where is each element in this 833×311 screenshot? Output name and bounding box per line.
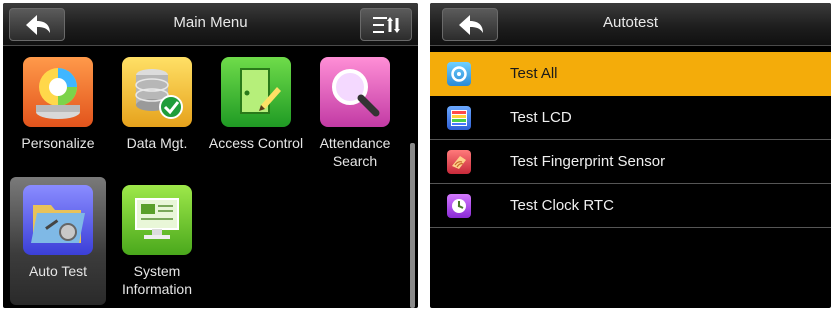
magnifier-icon — [320, 57, 390, 127]
menu-tile-access-control[interactable]: Access Control — [208, 49, 304, 177]
database-icon — [122, 57, 192, 127]
lcd-bars-icon — [447, 106, 471, 130]
list-item-test-lcd[interactable]: Test LCD — [430, 96, 831, 140]
main-menu-screen: Main Menu Personalize Data Mgt. Access C… — [3, 3, 418, 308]
menu-tile-label: Auto Test — [28, 263, 88, 279]
autotest-screen: Autotest Test All Test LCD Test Fingerpr… — [430, 3, 831, 308]
back-arrow-icon — [459, 15, 483, 35]
clock-icon — [447, 194, 471, 218]
list-item-label: Test Clock RTC — [510, 197, 614, 214]
list-item-label: Test All — [510, 65, 558, 82]
list-item-test-all[interactable]: Test All — [430, 52, 831, 96]
menu-tile-auto-test[interactable]: Auto Test — [10, 177, 106, 305]
menu-tile-label: Data Mgt. — [126, 135, 188, 151]
menu-tile-system-information[interactable]: System Information — [109, 177, 205, 305]
sort-menu-button[interactable] — [360, 8, 412, 41]
list-item-label: Test LCD — [510, 109, 572, 126]
back-button[interactable] — [442, 8, 498, 41]
back-button[interactable] — [9, 8, 65, 41]
menu-tile-label: System Information — [121, 263, 193, 297]
main-menu-title-bar: Main Menu — [3, 3, 418, 46]
menu-tile-label: Attendance Search — [319, 135, 391, 169]
main-menu-title: Main Menu — [173, 14, 248, 31]
sort-menu-icon — [373, 17, 400, 33]
scrollbar[interactable] — [410, 143, 415, 308]
list-item-test-fingerprint-sensor[interactable]: Test Fingerprint Sensor — [430, 140, 831, 184]
monitor-icon — [122, 185, 192, 255]
autotest-title-bar: Autotest — [430, 3, 831, 46]
menu-tile-label: Personalize — [21, 135, 95, 151]
menu-tile-label: Access Control — [208, 135, 304, 151]
target-icon — [447, 62, 471, 86]
folder-tools-icon — [23, 185, 93, 255]
menu-tile-data-mgt[interactable]: Data Mgt. — [109, 49, 205, 177]
menu-tile-personalize[interactable]: Personalize — [10, 49, 106, 177]
personalize-icon — [23, 57, 93, 127]
fingerprint-icon — [447, 150, 471, 174]
list-item-label: Test Fingerprint Sensor — [510, 153, 666, 170]
list-item-test-clock-rtc[interactable]: Test Clock RTC — [430, 184, 831, 228]
menu-tile-attendance-search[interactable]: Attendance Search — [307, 49, 403, 177]
back-arrow-icon — [26, 15, 50, 35]
door-icon — [221, 57, 291, 127]
